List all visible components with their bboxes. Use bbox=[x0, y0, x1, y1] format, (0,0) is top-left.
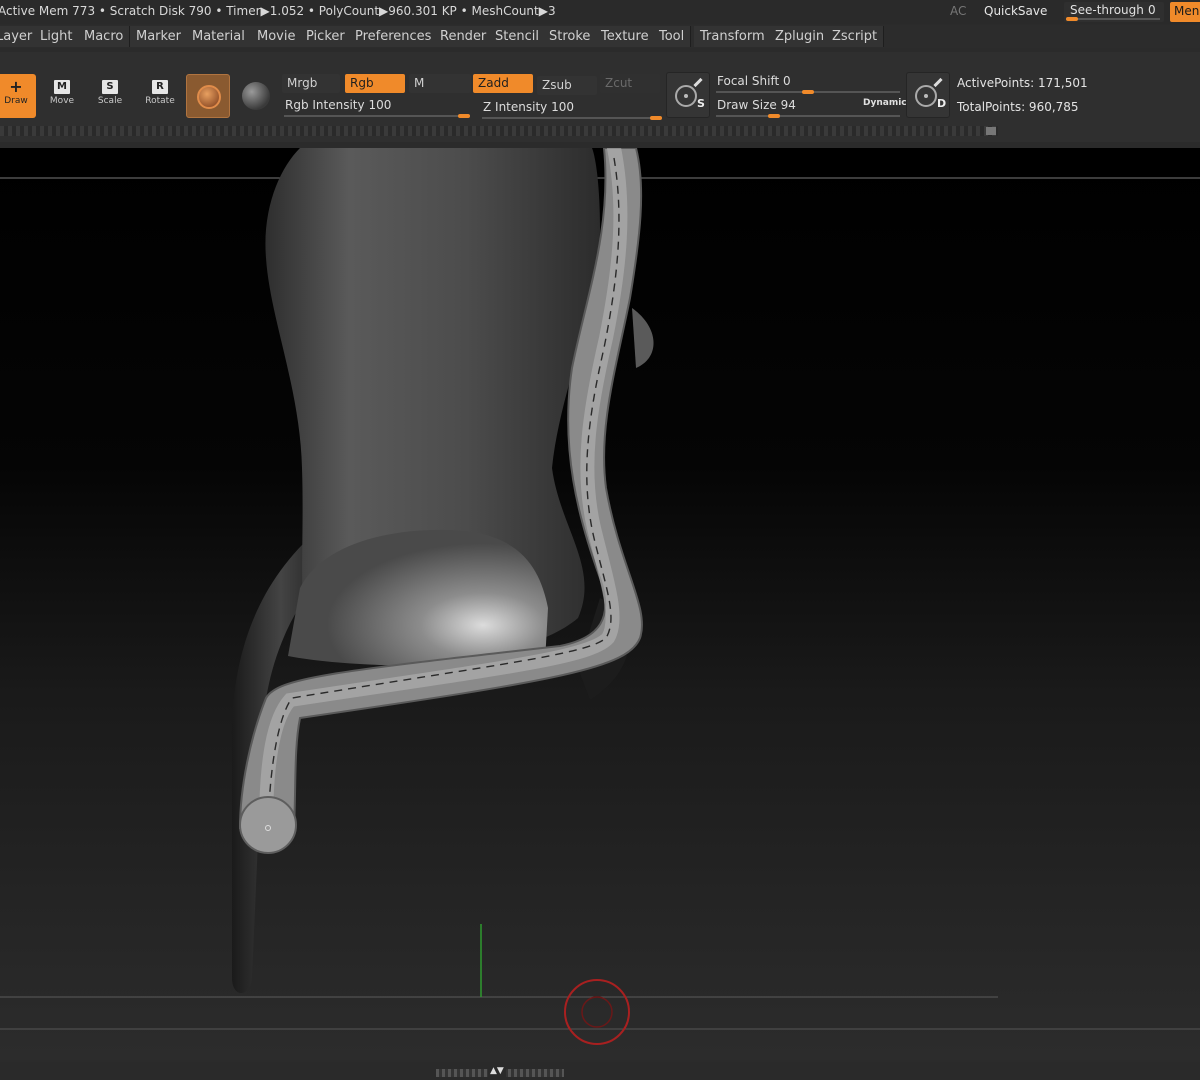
menu-zplugin[interactable]: Zplugin bbox=[769, 26, 832, 47]
material-button[interactable] bbox=[186, 74, 230, 118]
scale-label: Scale bbox=[97, 96, 123, 106]
z-intensity-label: Z Intensity bbox=[483, 100, 548, 114]
move-icon: M bbox=[54, 80, 70, 94]
menu-light[interactable]: Light bbox=[34, 26, 80, 47]
brush-cursor-inner bbox=[581, 996, 613, 1028]
menu-preferences[interactable]: Preferences bbox=[349, 26, 439, 47]
stroke-sphere-icon bbox=[242, 82, 270, 110]
bottom-tray-handle[interactable]: ▲▼ bbox=[436, 1066, 564, 1077]
z-intensity-slider[interactable]: Z Intensity 100 bbox=[483, 100, 574, 114]
mrgb-toggle[interactable]: Mrgb bbox=[282, 74, 340, 93]
menu-picker[interactable]: Picker bbox=[300, 26, 352, 47]
sculpt-scene bbox=[0, 148, 1200, 1045]
move-label: Move bbox=[49, 96, 75, 106]
status-text: Active Mem 773 • Scratch Disk 790 • Time… bbox=[0, 4, 556, 18]
z-intensity-value: 100 bbox=[551, 100, 574, 114]
pen-icon bbox=[693, 77, 703, 88]
see-through-value: 0 bbox=[1148, 3, 1156, 17]
menu-zscript[interactable]: Zscript bbox=[826, 26, 885, 47]
rotate-icon: R bbox=[152, 80, 168, 94]
menu-stencil[interactable]: Stencil bbox=[489, 26, 546, 47]
draw-label: Draw bbox=[4, 96, 28, 106]
menu-stroke[interactable]: Stroke bbox=[543, 26, 598, 47]
m-toggle[interactable]: M bbox=[409, 74, 471, 93]
lazy-mouse-d-button[interactable]: D bbox=[906, 72, 950, 118]
rgb-intensity-slider[interactable]: Rgb Intensity 100 bbox=[285, 98, 391, 112]
pen-icon bbox=[933, 77, 943, 88]
rgb-intensity-track bbox=[284, 115, 470, 117]
active-points: ActivePoints: 171,501 bbox=[957, 76, 1088, 90]
zadd-toggle[interactable]: Zadd bbox=[473, 74, 533, 93]
lazy-mouse-s-letter: S bbox=[697, 97, 705, 110]
lazy-mouse-d-letter: D bbox=[937, 97, 947, 110]
canvas-viewport[interactable] bbox=[0, 148, 1200, 1060]
lazy-mouse-s-button[interactable]: S bbox=[666, 72, 710, 118]
menu-macro[interactable]: Macro bbox=[78, 26, 131, 47]
menu-tool[interactable]: Tool bbox=[653, 26, 692, 47]
zsub-toggle[interactable]: Zsub bbox=[537, 76, 597, 95]
lazy-mouse-s-icon bbox=[675, 85, 697, 107]
total-points: TotalPoints: 960,785 bbox=[957, 100, 1079, 114]
side-bump bbox=[632, 308, 654, 368]
see-through-label: See-through bbox=[1070, 3, 1144, 17]
z-intensity-knob[interactable] bbox=[650, 116, 662, 120]
menus-toggle-button[interactable]: Menus bbox=[1170, 2, 1200, 22]
rgb-toggle[interactable]: Rgb bbox=[345, 74, 405, 93]
quicksave-button[interactable]: QuickSave bbox=[984, 4, 1047, 18]
draw-icon: + bbox=[9, 77, 23, 96]
see-through-track bbox=[1066, 18, 1160, 20]
see-through-knob[interactable] bbox=[1066, 17, 1078, 21]
rgb-intensity-knob[interactable] bbox=[458, 114, 470, 118]
focal-shift-knob[interactable] bbox=[802, 90, 814, 94]
menu-bar: Layer Light Macro Marker Material Movie … bbox=[0, 25, 1200, 48]
zcut-toggle[interactable]: Zcut bbox=[600, 74, 660, 93]
shelf-strip-handle[interactable] bbox=[986, 127, 996, 135]
menu-marker[interactable]: Marker bbox=[130, 26, 188, 47]
z-intensity-track bbox=[482, 117, 662, 119]
scale-icon: S bbox=[102, 80, 118, 94]
status-bar: Active Mem 773 • Scratch Disk 790 • Time… bbox=[0, 0, 1200, 24]
draw-size-label: Draw Size bbox=[717, 98, 777, 112]
material-sphere-icon bbox=[197, 85, 221, 109]
material-preview-button[interactable] bbox=[236, 74, 276, 118]
menu-texture[interactable]: Texture bbox=[595, 26, 656, 47]
scale-button[interactable]: S Scale bbox=[90, 74, 130, 118]
draw-size-track bbox=[716, 115, 900, 117]
tray-toggle-icon[interactable]: ▲▼ bbox=[488, 1066, 506, 1077]
shelf-divider-strip bbox=[0, 126, 998, 136]
draw-size-knob[interactable] bbox=[767, 114, 780, 118]
menu-movie[interactable]: Movie bbox=[251, 26, 303, 47]
rgb-intensity-label: Rgb Intensity bbox=[285, 98, 365, 112]
move-button[interactable]: M Move bbox=[42, 74, 82, 118]
rgb-intensity-value: 100 bbox=[368, 98, 392, 112]
rotate-button[interactable]: R Rotate bbox=[140, 74, 180, 118]
dynamic-toggle[interactable]: Dynamic bbox=[863, 98, 907, 108]
lazy-mouse-d-icon bbox=[915, 85, 937, 107]
draw-button[interactable]: + Draw bbox=[0, 74, 36, 118]
menu-material[interactable]: Material bbox=[186, 26, 252, 47]
focal-shift-label: Focal Shift bbox=[717, 74, 780, 88]
draw-size-slider[interactable]: Draw Size 94 bbox=[717, 98, 796, 112]
menu-render[interactable]: Render bbox=[434, 26, 494, 47]
rotate-label: Rotate bbox=[145, 96, 175, 106]
menu-transform[interactable]: Transform bbox=[694, 26, 772, 47]
see-through-slider[interactable]: See-through 0 bbox=[1064, 2, 1164, 22]
draw-size-value: 94 bbox=[780, 98, 796, 112]
bottom-tray-bar bbox=[0, 1062, 1200, 1080]
focal-shift-slider[interactable]: Focal Shift 0 bbox=[717, 74, 791, 88]
focal-shift-value: 0 bbox=[783, 74, 791, 88]
brush-cursor-outer bbox=[564, 979, 630, 1045]
ac-button[interactable]: AC bbox=[950, 4, 966, 18]
